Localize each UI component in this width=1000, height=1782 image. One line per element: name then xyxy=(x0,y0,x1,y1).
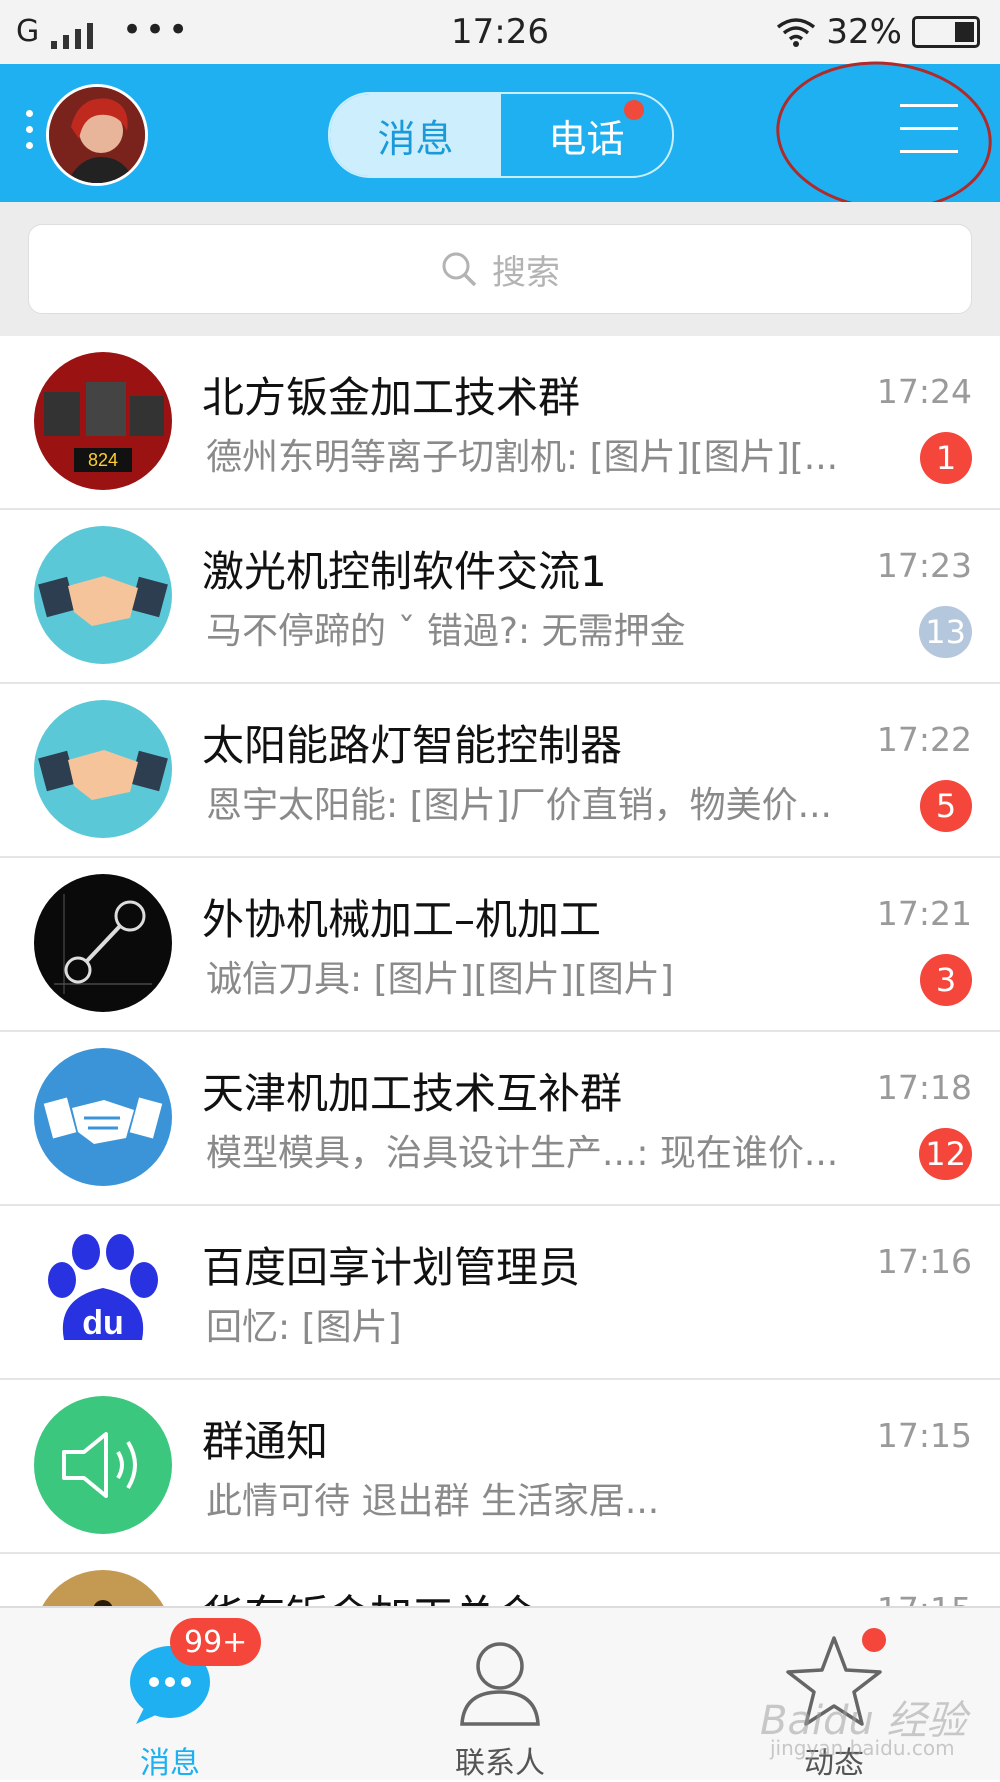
handshake-icon xyxy=(34,1048,172,1186)
messages-unread-badge: 99+ xyxy=(170,1618,262,1666)
conversation-list: 824 北方钣金加工技术群 17:24 德州东明等离子切割机: [图片][图片]… xyxy=(0,336,1000,1606)
moments-notification-dot xyxy=(862,1628,886,1652)
conversation-item[interactable]: 天津机加工技术互补群 17:18 模型模具，治具设计生产...: 现在谁价...… xyxy=(0,1032,1000,1206)
conversation-name: 激光机控制软件交流1 xyxy=(202,547,607,596)
tab-messages[interactable]: 消息 xyxy=(330,94,501,176)
unread-badge: 1 xyxy=(920,432,972,484)
conversation-item[interactable]: 华东钣金加工总会 17:15 xyxy=(0,1554,1000,1606)
conversation-name: 群通知 xyxy=(202,1417,329,1466)
search-input[interactable]: 搜索 xyxy=(28,224,972,314)
conversation-name: 外协机械加工–机加工 xyxy=(202,895,602,944)
handshake-icon xyxy=(34,526,172,664)
svg-text:du: du xyxy=(82,1304,124,1342)
contacts-icon xyxy=(460,1642,540,1726)
tab-bar-contacts[interactable]: 联系人 xyxy=(400,1628,600,1781)
tab-calls[interactable]: 电话 xyxy=(501,94,672,176)
tab-label-contacts: 联系人 xyxy=(455,1746,545,1781)
unread-badge: 3 xyxy=(920,954,972,1006)
conversation-preview: 德州东明等离子切割机: [图片][图片][... xyxy=(206,437,839,478)
conversation-time: 17:16 xyxy=(876,1242,972,1281)
conversation-preview: 恩宇太阳能: [图片]厂价直销，物美价... xyxy=(206,785,832,826)
conversation-time: 17:23 xyxy=(876,546,972,585)
tab-label-messages: 消息 xyxy=(140,1746,200,1781)
search-placeholder: 搜索 xyxy=(492,252,560,293)
conversation-time: 17:15 xyxy=(876,1416,972,1455)
bottom-tab-bar: 消息 99+ 联系人 动态 Baidu 经验 jingyan.baidu.com xyxy=(0,1606,1000,1781)
unread-badge: 13 xyxy=(919,606,972,658)
baidu-watermark-url: jingyan.baidu.com xyxy=(770,1736,955,1760)
conversation-time: 17:18 xyxy=(876,1068,972,1107)
unread-badge: 5 xyxy=(920,780,972,832)
message-call-switch: 消息 电话 xyxy=(328,92,674,178)
speaker-icon xyxy=(34,1396,172,1534)
conversation-preview: 马不停蹄的 ˇ 错過?: 无需押金 xyxy=(206,611,686,652)
wifi-icon xyxy=(777,18,816,47)
handshake-icon xyxy=(34,700,172,838)
conversation-item[interactable]: 外协机械加工–机加工 17:21 诚信刀具: [图片][图片][图片] 3 xyxy=(0,858,1000,1032)
conversation-item[interactable]: 太阳能路灯智能控制器 17:22 恩宇太阳能: [图片]厂价直销，物美价... … xyxy=(0,684,1000,858)
conversation-item[interactable]: 824 北方钣金加工技术群 17:24 德州东明等离子切割机: [图片][图片]… xyxy=(0,336,1000,510)
battery-percent: 32% xyxy=(826,12,902,52)
conversation-time: 17:22 xyxy=(876,720,972,759)
conversation-time: 17:21 xyxy=(876,894,972,933)
conversation-name: 太阳能路灯智能控制器 xyxy=(202,721,623,770)
conversation-preview: 此情可待 退出群 生活家居... xyxy=(206,1481,660,1522)
battery-icon xyxy=(912,16,980,48)
conversation-time: 17:15 xyxy=(877,1590,972,1606)
conversation-preview: 模型模具，治具设计生产...: 现在谁价... xyxy=(206,1133,839,1174)
conversation-name: 华东钣金加工总会 xyxy=(202,1582,538,1606)
search-area: 搜索 xyxy=(0,202,1000,336)
svg-text:824: 824 xyxy=(88,450,118,470)
unread-badge: 12 xyxy=(919,1128,972,1180)
search-icon xyxy=(442,252,477,287)
conversation-name: 北方钣金加工技术群 xyxy=(202,373,581,422)
conversation-item[interactable]: 激光机控制软件交流1 17:23 马不停蹄的 ˇ 错過?: 无需押金 13 xyxy=(0,510,1000,684)
conversation-name: 百度回享计划管理员 xyxy=(202,1243,581,1292)
golfer-avatar xyxy=(34,1570,172,1606)
group-avatar: 824 xyxy=(34,352,172,490)
conversation-preview: 回忆: [图片] xyxy=(206,1307,402,1348)
status-bar: G ••• 17:26 32% xyxy=(0,0,1000,64)
baidu-paw-icon: du xyxy=(34,1222,172,1360)
calls-notification-dot xyxy=(624,100,644,120)
drawer-indicator-icon[interactable] xyxy=(26,110,34,158)
conversation-item[interactable]: du 百度回享计划管理员 17:16 回忆: [图片] xyxy=(0,1206,1000,1380)
mechanism-drawing-icon xyxy=(34,874,172,1012)
conversation-time: 17:24 xyxy=(876,372,972,411)
user-avatar[interactable] xyxy=(46,84,148,186)
conversation-preview: 诚信刀具: [图片][图片][图片] xyxy=(206,959,674,1000)
conversation-item[interactable]: 群通知 17:15 此情可待 退出群 生活家居... xyxy=(0,1380,1000,1554)
conversation-name: 天津机加工技术互补群 xyxy=(202,1069,623,1118)
